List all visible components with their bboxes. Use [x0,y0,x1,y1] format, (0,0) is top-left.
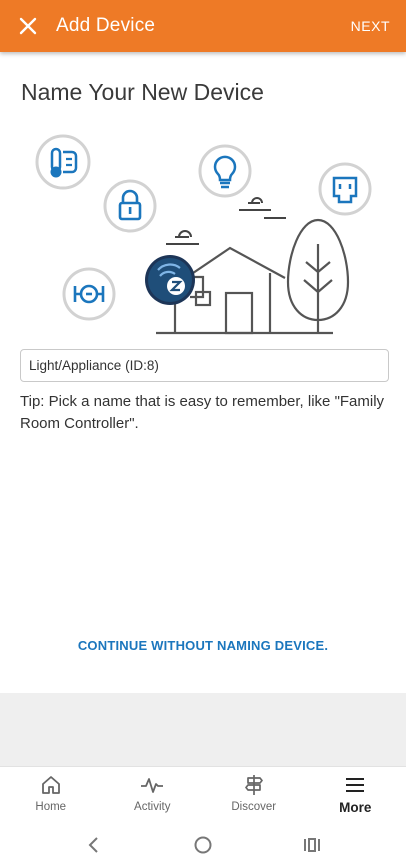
app-bar: Add Device NEXT [0,0,406,52]
cloud-icon [166,197,286,245]
next-button[interactable]: NEXT [335,0,406,52]
lock-icon [103,179,157,233]
home-icon [38,773,64,797]
nav-home-label: Home [35,801,67,813]
recents-button[interactable] [292,825,332,865]
activity-icon [139,773,165,797]
nav-home[interactable]: Home [0,767,102,822]
device-name-input[interactable] [20,349,389,382]
tip-text: Tip: Pick a name that is easy to remembe… [20,393,385,432]
heading: Name Your New Device [21,79,264,105]
nav-activity[interactable]: Activity [102,767,204,822]
zwave-icon [145,255,195,305]
page-title: Add Device [56,15,156,36]
thermostat-icon [35,134,91,190]
system-nav [0,822,406,868]
nav-more-label: More [339,800,372,815]
back-button[interactable] [74,825,114,865]
nav-more[interactable]: More [305,767,406,822]
continue-without-naming-link[interactable]: CONTINUE WITHOUT NAMING DEVICE. [0,638,406,653]
outlet-icon [318,162,372,216]
signpost-icon [241,773,267,797]
nav-activity-label: Activity [134,801,171,813]
tree-icon [286,218,350,333]
nav-discover[interactable]: Discover [203,767,305,822]
back-icon [88,837,99,853]
lightbulb-icon [198,144,252,198]
close-button[interactable] [0,0,56,52]
close-icon [19,17,37,35]
menu-icon [342,773,368,797]
nav-discover-label: Discover [231,801,277,813]
bottom-nav: Home Activity Discover More [0,766,406,822]
footer-band [0,693,406,766]
device-illustration [35,134,372,335]
recents-icon [303,838,320,852]
system-home-button[interactable] [183,825,223,865]
home-circle-icon [194,836,212,854]
valve-icon [62,267,116,321]
